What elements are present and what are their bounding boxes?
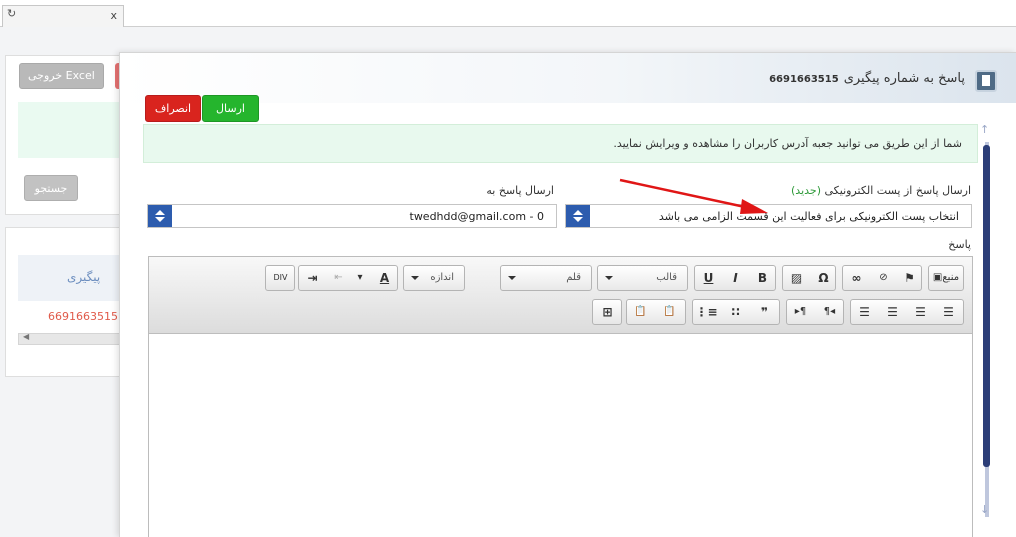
link-group: ∞ ⊘ ⚑ [842,265,922,291]
cancel-button[interactable]: انصراف [145,95,201,122]
horizontal-scrollbar[interactable]: ◀ [18,332,124,345]
source-label: منبع [942,272,960,283]
direction-group: ▸¶ ¶◂ [786,299,844,325]
size-dropdown[interactable]: اندازه [403,265,465,291]
search-button[interactable]: جستجو [24,175,78,201]
align-left-icon[interactable]: ☰ [907,300,934,324]
tracking-number: 6691663515 [769,74,839,85]
refresh-icon[interactable]: ↻ [7,7,16,20]
browser-tab[interactable]: ↻ x [2,5,124,27]
source-group: ▣منبع [928,265,964,291]
rtl-direction-icon[interactable]: ¶◂ [816,300,843,324]
format-dropdown[interactable]: قالب [597,265,688,291]
basic-styles-group: U I B [694,265,776,291]
color-chevron-icon[interactable]: ▾ [349,266,371,290]
paste-word-icon[interactable]: 📋 [656,300,683,324]
excel-export-button[interactable]: خروجی Excel [19,63,104,89]
align-center-icon[interactable]: ☰ [879,300,906,324]
color-group: ⇥ ⇤ ▾ A [298,265,398,291]
rich-text-editor: ▣منبع ∞ ⊘ ⚑ ▨ Ω U I B قالب قلم اندازه ⇥ … [148,256,973,537]
scroll-left-icon[interactable]: ◀ [23,332,29,341]
underline-button[interactable]: U [695,266,722,290]
font-dropdown-label: قلم [566,272,581,283]
outdent-icon[interactable]: ⇤ [325,266,352,290]
background-results-panel [5,227,135,377]
editor-content-area[interactable] [149,334,972,537]
unlink-icon[interactable]: ⊘ [870,266,897,290]
table-header: پیگیری [18,255,124,301]
align-justify-icon[interactable]: ☰ [935,300,962,324]
paste-text-icon[interactable]: 📋 [627,300,654,324]
new-mail-link[interactable]: (جدید) [791,184,821,197]
column-header-tracking[interactable]: پیگیری [67,270,100,284]
table-group: ⊞ [592,299,622,325]
mail-from-label: ارسال پاسخ از پست الکترونیکی (جدید) [791,184,971,197]
reply-to-label: ارسال پاسخ به [486,184,554,197]
source-icon: ▣ [932,272,943,283]
tab-strip: ↻ x [0,0,1016,27]
anchor-flag-icon[interactable]: ⚑ [896,266,923,290]
modal-scroll-thumb[interactable] [983,145,990,467]
size-dropdown-label: اندازه [430,272,454,283]
font-dropdown[interactable]: قلم [500,265,592,291]
scroll-down-icon[interactable]: ↓ [980,503,989,516]
modal-title-text: پاسخ به شماره پیگیری [843,71,965,86]
blockquote-icon[interactable]: ❞ [751,300,778,324]
insert-group: ▨ Ω [782,265,836,291]
numbered-list-icon[interactable]: ⋮≡ [693,300,720,324]
table-icon[interactable]: ⊞ [594,300,621,324]
link-icon[interactable]: ∞ [843,266,870,290]
image-icon[interactable]: ▨ [783,266,810,290]
align-right-icon[interactable]: ☰ [851,300,878,324]
tracking-link[interactable]: 6691663515 [48,310,118,323]
chevron-down-icon [508,276,516,280]
mail-from-value: انتخاب پست الکترونیکی برای فعالیت این قس… [658,210,959,223]
div-group: DIV [265,265,295,291]
tab-close-button[interactable]: x [110,9,117,22]
ltr-direction-icon[interactable]: ▸¶ [787,300,814,324]
reply-to-select[interactable]: twedhdd@gmail.com - 0 [147,204,557,228]
background-info-box [18,102,128,158]
select-arrows-icon[interactable] [148,205,172,227]
chevron-down-icon [605,276,613,280]
div-container-button[interactable]: DIV [267,266,294,290]
clipboard-group: 📋 📋 [626,299,686,325]
mail-from-select[interactable]: انتخاب پست الکترونیکی برای فعالیت این قس… [565,204,972,228]
text-color-button[interactable]: A [371,266,398,290]
indent-icon[interactable]: ⇥ [299,266,326,290]
editor-toolbar: ▣منبع ∞ ⊘ ⚑ ▨ Ω U I B قالب قلم اندازه ⇥ … [149,257,972,334]
reply-label: پاسخ [948,238,971,251]
reply-modal: پاسخ به شماره پیگیری 6691663515 انصراف ار… [119,52,1016,537]
reply-icon [975,70,997,92]
reply-to-value: twedhdd@gmail.com - 0 [409,210,545,223]
info-message: شما از این طریق می توانید جعبه آدرس کارب… [143,124,978,163]
select-arrows-icon[interactable] [566,205,590,227]
special-char-icon[interactable]: Ω [810,266,837,290]
italic-button[interactable]: I [722,266,749,290]
align-group: ☰ ☰ ☰ ☰ [850,299,964,325]
mail-from-label-text: ارسال پاسخ از پست الکترونیکی [824,184,972,197]
source-button[interactable]: ▣منبع [929,266,963,290]
format-dropdown-label: قالب [656,272,677,283]
scroll-up-icon[interactable]: ↑ [980,123,989,136]
bullet-list-icon[interactable]: ∷ [722,300,749,324]
chevron-down-icon [411,276,419,280]
list-group: ⋮≡ ∷ ❞ [692,299,780,325]
send-button[interactable]: ارسال [202,95,259,122]
bold-button[interactable]: B [749,266,776,290]
modal-title: پاسخ به شماره پیگیری 6691663515 [769,71,965,86]
